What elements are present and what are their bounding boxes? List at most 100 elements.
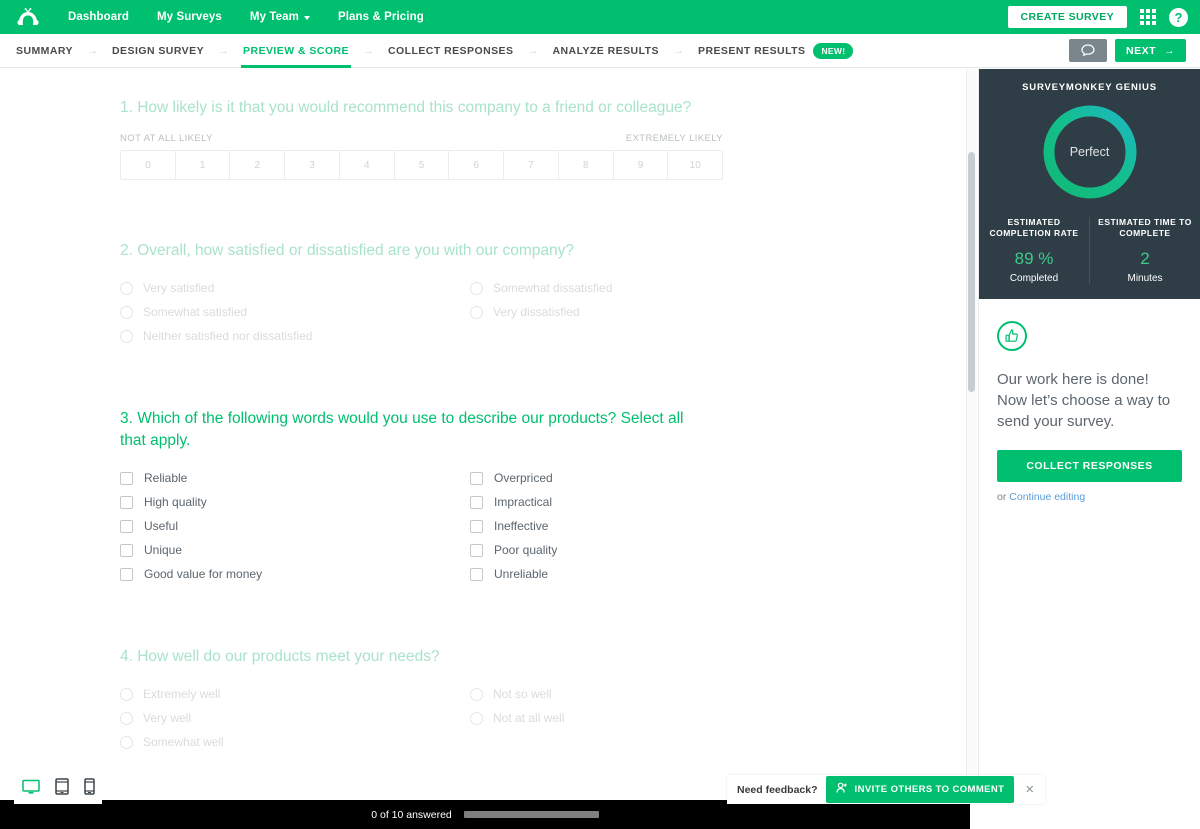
genius-stats: ESTIMATED COMPLETION RATE 89 % Completed… bbox=[979, 217, 1200, 284]
genius-score-label: Perfect bbox=[1040, 102, 1140, 202]
invite-button-label: INVITE OTHERS TO COMMENT bbox=[855, 784, 1005, 795]
option-high-quality[interactable]: High quality bbox=[120, 490, 470, 514]
nps-left-label: NOT AT ALL LIKELY bbox=[120, 133, 213, 144]
question-4-options: Extremely well Not so well Very well Not… bbox=[120, 682, 820, 754]
nav-dashboard[interactable]: Dashboard bbox=[54, 11, 143, 23]
option-ineffective[interactable]: Ineffective bbox=[470, 514, 820, 538]
option-reliable[interactable]: Reliable bbox=[120, 466, 470, 490]
primary-nav: Dashboard My Surveys My Team Plans & Pri… bbox=[54, 11, 438, 23]
mobile-icon[interactable] bbox=[84, 778, 95, 795]
radio-icon bbox=[470, 688, 483, 701]
option-very-satisfied[interactable]: Very satisfied bbox=[120, 276, 470, 300]
desktop-icon[interactable] bbox=[22, 779, 40, 795]
option-very-well[interactable]: Very well bbox=[120, 706, 470, 730]
option-unique[interactable]: Unique bbox=[120, 538, 470, 562]
nav-plans-pricing-label: Plans & Pricing bbox=[338, 11, 424, 23]
surveymonkey-logo-icon[interactable] bbox=[14, 6, 42, 28]
option-label: Very dissatisfied bbox=[493, 305, 580, 319]
question-spacer bbox=[120, 594, 860, 646]
stat-unit: Minutes bbox=[1096, 273, 1194, 284]
grid-apps-icon[interactable] bbox=[1140, 9, 1156, 25]
nav-my-surveys-label: My Surveys bbox=[157, 11, 222, 23]
preview-scrollbar-thumb[interactable] bbox=[968, 152, 975, 392]
radio-icon bbox=[120, 712, 133, 725]
option-poor-quality[interactable]: Poor quality bbox=[470, 538, 820, 562]
genius-stat-time-to-complete: ESTIMATED TIME TO COMPLETE 2 Minutes bbox=[1089, 217, 1200, 284]
cta-secondary-action: or Continue editing bbox=[997, 491, 1182, 503]
option-label: Very satisfied bbox=[143, 281, 214, 295]
nps-cell-4[interactable]: 4 bbox=[339, 150, 394, 180]
nav-my-team[interactable]: My Team bbox=[236, 11, 324, 23]
option-somewhat-dissatisfied[interactable]: Somewhat dissatisfied bbox=[470, 276, 820, 300]
option-label: Unreliable bbox=[494, 567, 548, 581]
genius-score-ring: Perfect bbox=[1040, 102, 1140, 202]
breadcrumb-arrow-icon: → bbox=[87, 45, 98, 57]
speech-bubble-icon[interactable] bbox=[1069, 39, 1107, 62]
continue-editing-link[interactable]: Continue editing bbox=[1009, 491, 1085, 503]
option-label: Unique bbox=[144, 543, 182, 557]
person-add-icon bbox=[836, 782, 848, 797]
device-preview-toggle bbox=[14, 769, 102, 804]
radio-icon bbox=[120, 330, 133, 343]
option-good-value[interactable]: Good value for money bbox=[120, 562, 470, 586]
option-neither[interactable]: Neither satisfied nor dissatisfied bbox=[120, 324, 470, 348]
nps-cell-1[interactable]: 1 bbox=[175, 150, 230, 180]
tablet-icon[interactable] bbox=[55, 778, 69, 795]
nps-cell-6[interactable]: 6 bbox=[448, 150, 503, 180]
nav-my-surveys[interactable]: My Surveys bbox=[143, 11, 236, 23]
nps-cell-0[interactable]: 0 bbox=[120, 150, 175, 180]
option-useful[interactable]: Useful bbox=[120, 514, 470, 538]
option-very-dissatisfied[interactable]: Very dissatisfied bbox=[470, 300, 820, 324]
nps-cell-5[interactable]: 5 bbox=[394, 150, 449, 180]
cta-panel: Our work here is done! Now let’s choose … bbox=[979, 299, 1200, 503]
checkbox-icon bbox=[470, 496, 483, 509]
radio-icon bbox=[470, 306, 483, 319]
option-somewhat-well[interactable]: Somewhat well bbox=[120, 730, 470, 754]
next-button-label: NEXT bbox=[1126, 45, 1156, 57]
question-2-options: Very satisfied Somewhat dissatisfied Som… bbox=[120, 276, 820, 348]
cta-message: Our work here is done! Now let’s choose … bbox=[997, 369, 1182, 432]
nps-cell-2[interactable]: 2 bbox=[229, 150, 284, 180]
question-3: 3. Which of the following words would yo… bbox=[120, 408, 860, 586]
nps-cell-7[interactable]: 7 bbox=[503, 150, 558, 180]
breadcrumb-preview-score[interactable]: PREVIEW & SCORE bbox=[241, 34, 351, 68]
invite-others-to-comment-button[interactable]: INVITE OTHERS TO COMMENT bbox=[826, 776, 1015, 803]
option-label: Not at all well bbox=[493, 711, 564, 725]
breadcrumb-summary[interactable]: SUMMARY bbox=[14, 34, 75, 68]
next-button[interactable]: NEXT → bbox=[1115, 39, 1186, 62]
breadcrumb-design-survey[interactable]: DESIGN SURVEY bbox=[110, 34, 206, 68]
option-extremely-well[interactable]: Extremely well bbox=[120, 682, 470, 706]
option-label: Extremely well bbox=[143, 687, 220, 701]
genius-stat-completion-rate: ESTIMATED COMPLETION RATE 89 % Completed bbox=[979, 217, 1089, 284]
option-not-so-well[interactable]: Not so well bbox=[470, 682, 820, 706]
checkbox-icon bbox=[470, 568, 483, 581]
question-spacer bbox=[120, 356, 860, 408]
option-not-at-all-well[interactable]: Not at all well bbox=[470, 706, 820, 730]
option-label: Neither satisfied nor dissatisfied bbox=[143, 329, 312, 343]
collect-responses-button[interactable]: COLLECT RESPONSES bbox=[997, 450, 1182, 482]
option-overpriced[interactable]: Overpriced bbox=[470, 466, 820, 490]
breadcrumb-analyze-results[interactable]: ANALYZE RESULTS bbox=[550, 34, 661, 68]
radio-icon bbox=[470, 712, 483, 725]
option-label: Good value for money bbox=[144, 567, 262, 581]
nps-cell-10[interactable]: 10 bbox=[667, 150, 723, 180]
nav-plans-pricing[interactable]: Plans & Pricing bbox=[324, 11, 438, 23]
breadcrumb-present-results[interactable]: PRESENT RESULTS NEW! bbox=[696, 34, 855, 68]
help-question-icon[interactable]: ? bbox=[1169, 8, 1188, 27]
checkbox-icon bbox=[470, 472, 483, 485]
thumbs-up-icon bbox=[997, 321, 1027, 351]
nps-cell-9[interactable]: 9 bbox=[613, 150, 668, 180]
surveymonkey-preview-page: Dashboard My Surveys My Team Plans & Pri… bbox=[0, 0, 1200, 829]
breadcrumb-collect-responses[interactable]: COLLECT RESPONSES bbox=[386, 34, 516, 68]
option-impractical[interactable]: Impractical bbox=[470, 490, 820, 514]
questions-container: 1. How likely is it that you would recom… bbox=[0, 69, 860, 800]
chevron-down-icon bbox=[304, 16, 310, 20]
breadcrumb-arrow-icon: → bbox=[527, 45, 538, 57]
create-survey-button[interactable]: CREATE SURVEY bbox=[1008, 6, 1128, 28]
survey-preview-pane: 1. How likely is it that you would recom… bbox=[0, 69, 970, 800]
option-somewhat-satisfied[interactable]: Somewhat satisfied bbox=[120, 300, 470, 324]
close-icon[interactable]: × bbox=[1022, 782, 1037, 797]
option-unreliable[interactable]: Unreliable bbox=[470, 562, 820, 586]
nps-cell-3[interactable]: 3 bbox=[284, 150, 339, 180]
nps-cell-8[interactable]: 8 bbox=[558, 150, 613, 180]
